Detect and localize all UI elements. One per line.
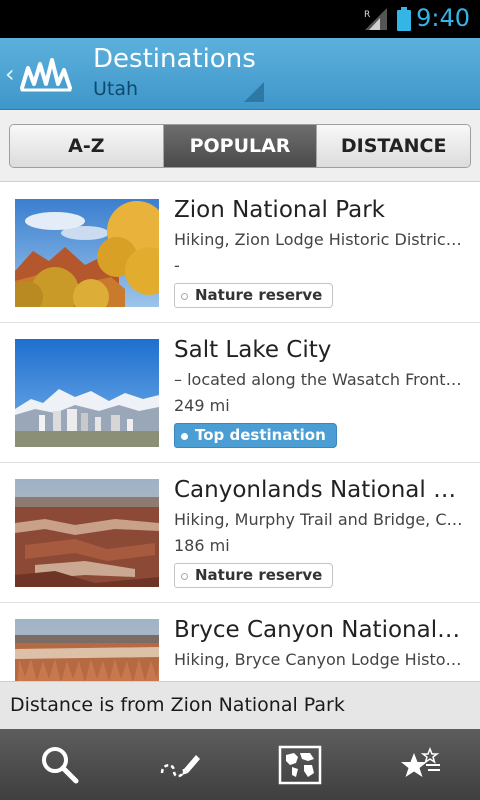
back-chevron-icon[interactable]: ‹ bbox=[5, 60, 15, 88]
sort-tabs-bar: A-Z POPULAR DISTANCE bbox=[0, 110, 480, 182]
destination-description: – located along the Wasatch Front, … bbox=[174, 370, 466, 389]
action-bar: ‹ Destinations Utah bbox=[0, 38, 480, 110]
signal-icon: R bbox=[364, 8, 387, 30]
category-tag: Nature reserve bbox=[174, 563, 334, 588]
category-tag: Top destination bbox=[174, 423, 337, 448]
destination-thumbnail bbox=[15, 199, 159, 307]
dropdown-corner-icon[interactable] bbox=[244, 82, 264, 102]
destination-distance: - bbox=[174, 256, 180, 275]
destination-name: Salt Lake City bbox=[174, 337, 332, 363]
search-icon bbox=[42, 746, 79, 783]
destination-distance: 249 mi bbox=[174, 396, 230, 415]
destination-description: Hiking, Murphy Trail and Bridge, C… bbox=[174, 510, 463, 529]
tab-popular[interactable]: POPULAR bbox=[163, 125, 318, 167]
destination-name: Canyonlands National Park bbox=[174, 477, 466, 503]
world-map-icon bbox=[278, 745, 322, 784]
app-logo-icon[interactable] bbox=[20, 54, 72, 94]
tab-distance[interactable]: DISTANCE bbox=[317, 125, 470, 167]
destination-thumbnail bbox=[15, 479, 159, 587]
favorites-stars-icon bbox=[401, 746, 440, 777]
list-item[interactable]: Canyonlands National Park Hiking, Murphy… bbox=[0, 463, 480, 603]
destination-name: Zion National Park bbox=[174, 197, 385, 223]
clock: 9:40 bbox=[416, 4, 470, 32]
bottom-toolbar bbox=[0, 729, 480, 800]
destination-description: Hiking, Zion Lodge Historic District, … bbox=[174, 230, 466, 249]
destination-description: Hiking, Bryce Canyon Lodge Histori… bbox=[174, 650, 466, 669]
map-button[interactable] bbox=[240, 729, 360, 800]
svg-text:R: R bbox=[364, 10, 370, 20]
destination-thumbnail bbox=[15, 339, 159, 447]
status-bar: R 9:40 bbox=[0, 0, 480, 38]
distance-origin-notice: Distance is from Zion National Park bbox=[0, 681, 480, 729]
page-title[interactable]: Destinations bbox=[93, 44, 256, 74]
list-item[interactable]: Bryce Canyon National Park Hiking, Bryce… bbox=[0, 603, 480, 681]
battery-icon bbox=[397, 7, 411, 31]
list-item[interactable]: Zion National Park Hiking, Zion Lodge Hi… bbox=[0, 183, 480, 323]
sort-tabs: A-Z POPULAR DISTANCE bbox=[9, 124, 471, 168]
category-tag: Nature reserve bbox=[174, 283, 334, 308]
destination-name: Bryce Canyon National Park bbox=[174, 617, 466, 643]
favorites-button[interactable] bbox=[360, 729, 480, 800]
search-button[interactable] bbox=[0, 729, 120, 800]
destination-list[interactable]: Zion National Park Hiking, Zion Lodge Hi… bbox=[0, 183, 480, 681]
page-subtitle[interactable]: Utah bbox=[93, 78, 138, 100]
draw-route-icon bbox=[160, 754, 200, 777]
list-item[interactable]: Salt Lake City – located along the Wasat… bbox=[0, 323, 480, 463]
draw-route-button[interactable] bbox=[120, 729, 240, 800]
tab-a-z[interactable]: A-Z bbox=[10, 125, 164, 167]
destination-thumbnail bbox=[15, 619, 159, 681]
destination-distance: 186 mi bbox=[174, 536, 230, 555]
